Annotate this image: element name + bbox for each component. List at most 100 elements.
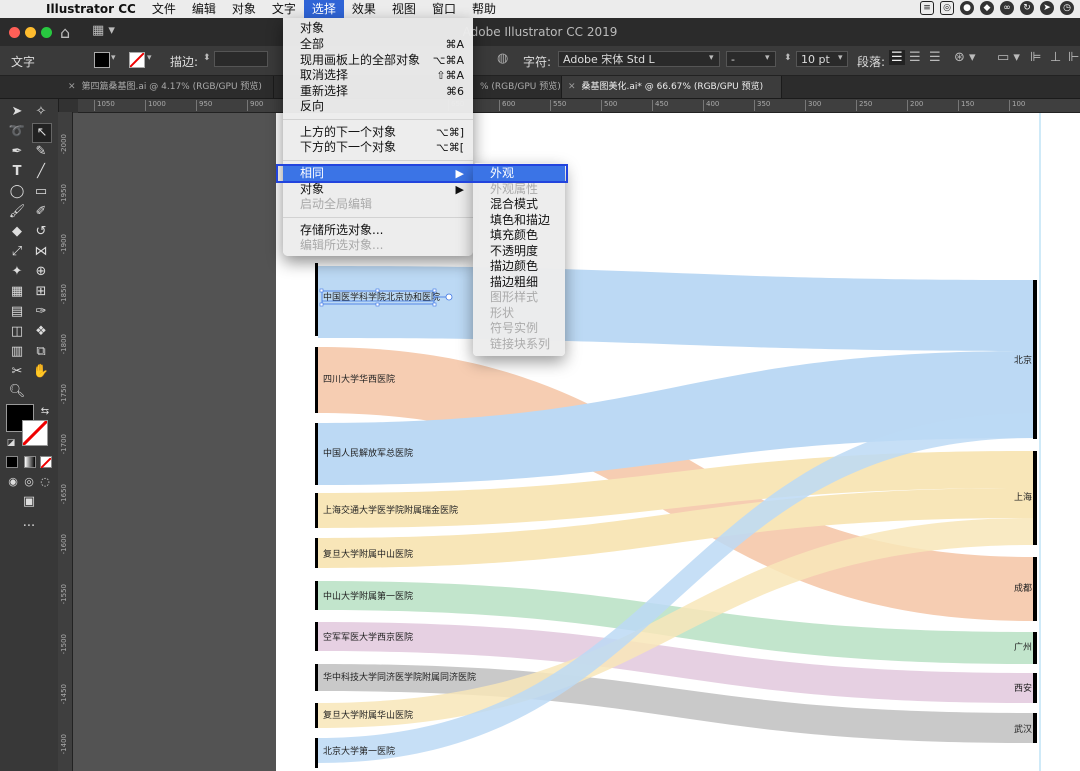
node-bar[interactable]: [315, 703, 318, 728]
eyedropper-tool-icon[interactable]: ✑: [32, 303, 50, 321]
type-tool-icon[interactable]: T: [8, 163, 26, 181]
transform-icon[interactable]: ▭ ▾: [997, 50, 1020, 65]
none-mode-icon[interactable]: [40, 456, 52, 469]
node-bar[interactable]: [1033, 632, 1037, 664]
submenu-item-fill-and-stroke[interactable]: 填色和描边: [473, 213, 565, 228]
eraser-tool-icon[interactable]: ◆: [8, 223, 26, 241]
timer-icon[interactable]: ◷: [1060, 1, 1074, 15]
source-label[interactable]: 华中科技大学同济医学院附属同济医院: [323, 671, 476, 683]
font-size-dropdown-icon[interactable]: ▾: [838, 53, 843, 63]
node-bar[interactable]: [315, 664, 318, 691]
submenu-item-stroke-color[interactable]: 描边颜色: [473, 259, 565, 274]
node-bar[interactable]: [315, 347, 318, 413]
menu-edit[interactable]: 编辑: [184, 0, 224, 18]
column-graph-tool-icon[interactable]: ▥: [8, 343, 26, 361]
stroke-swatch[interactable]: [129, 52, 145, 68]
shape-builder-tool-icon[interactable]: ⊕: [32, 263, 50, 281]
align-center-icon[interactable]: ☰: [909, 50, 921, 65]
stroke-stepper-icon[interactable]: ⬍: [203, 53, 211, 63]
menu-item-next-object-above[interactable]: 上方的下一个对象 ⌥⌘]: [283, 125, 473, 140]
menu-effect[interactable]: 效果: [344, 0, 384, 18]
menu-item-inverse[interactable]: 反向: [283, 99, 473, 114]
artboard-tool-icon[interactable]: ⧉: [32, 343, 50, 361]
node-bar[interactable]: [1033, 451, 1037, 545]
align-objects-right-icon[interactable]: ⊩: [1068, 50, 1079, 65]
swap-colors-icon[interactable]: ⇆: [36, 403, 54, 421]
width-tool-icon[interactable]: ⋈: [32, 243, 50, 261]
blend-tool-icon[interactable]: ◫: [8, 323, 26, 341]
tab-document-3[interactable]: ✕ 桑基图美化.ai* @ 66.67% (RGB/GPU 预览): [562, 76, 782, 98]
sync-icon[interactable]: ↻: [1020, 1, 1034, 15]
slice-tool-icon[interactable]: ✂: [8, 363, 26, 381]
font-size-stepper-icon[interactable]: ⬍: [784, 53, 792, 63]
shaper-tool-icon[interactable]: ✐: [32, 203, 50, 221]
source-label[interactable]: 北京大学第一医院: [323, 745, 395, 757]
rotate-tool-icon[interactable]: ↺: [32, 223, 50, 241]
node-bar[interactable]: [1033, 280, 1037, 439]
node-bar[interactable]: [1033, 713, 1037, 743]
menu-item-all-on-artboard[interactable]: 现用画板上的全部对象 ⌥⌘A: [283, 53, 473, 68]
menu-item-next-object-below[interactable]: 下方的下一个对象 ⌥⌘[: [283, 140, 473, 155]
align-objects-center-icon[interactable]: ⊥: [1050, 50, 1061, 65]
target-label[interactable]: 成都: [1014, 582, 1032, 594]
submenu-item-fill-color[interactable]: 填充颜色: [473, 228, 565, 243]
source-label[interactable]: 复旦大学附属中山医院: [323, 548, 413, 560]
menu-window[interactable]: 窗口: [424, 0, 464, 18]
fill-swatch[interactable]: [94, 52, 110, 68]
node-bar[interactable]: [315, 263, 318, 336]
align-objects-left-icon[interactable]: ⊫: [1030, 50, 1041, 65]
symbol-sprayer-tool-icon[interactable]: ❖: [32, 323, 50, 341]
stroke-color-box[interactable]: [21, 419, 49, 447]
curvature-tool-icon[interactable]: ✎: [32, 143, 50, 161]
font-style-dropdown-icon[interactable]: ▾: [765, 53, 770, 63]
gradient-tool-icon[interactable]: ▤: [8, 303, 26, 321]
zoom-tool-icon[interactable]: 🔍︎: [8, 383, 26, 401]
messages-icon[interactable]: ◎: [940, 1, 954, 15]
pen-tool-icon[interactable]: ✒: [8, 143, 26, 161]
flow-bjxh-beijing[interactable]: [318, 266, 1033, 351]
node-bar[interactable]: [315, 493, 318, 528]
menu-type[interactable]: 文字: [264, 0, 304, 18]
source-label[interactable]: 复旦大学附属华山医院: [323, 709, 413, 721]
edit-toolbar-icon[interactable]: ···: [20, 518, 38, 536]
hand-tool-icon[interactable]: ✋: [32, 363, 50, 381]
source-label[interactable]: 上海交通大学医学院附属瑞金医院: [323, 504, 458, 516]
rectangle-tool-icon[interactable]: ▭: [32, 183, 50, 201]
target-label[interactable]: 北京: [1014, 354, 1032, 366]
target-label[interactable]: 西安: [1014, 682, 1032, 694]
cc-icon[interactable]: ∞: [1000, 1, 1014, 15]
send-icon[interactable]: ➤: [1040, 1, 1054, 15]
node-bar[interactable]: [315, 581, 318, 610]
node-bar[interactable]: [315, 738, 318, 768]
lasso-tool-icon[interactable]: ➰: [8, 123, 26, 141]
align-right-icon[interactable]: ☰: [929, 50, 941, 65]
source-label[interactable]: 四川大学华西医院: [323, 373, 395, 385]
node-bar[interactable]: [1033, 673, 1037, 703]
stroke-dropdown-icon[interactable]: ▾: [147, 53, 152, 63]
menu-file[interactable]: 文件: [144, 0, 184, 18]
menu-item-objects[interactable]: 对象: [283, 21, 473, 36]
app-menu[interactable]: Illustrator CC: [40, 0, 144, 18]
node-bar[interactable]: [315, 538, 318, 568]
stroke-weight-field[interactable]: [214, 51, 268, 67]
screen-mode-icon[interactable]: ▣: [20, 493, 38, 511]
envelope-warp-icon[interactable]: ⊛ ▾: [954, 50, 976, 65]
notes-icon[interactable]: ≡: [920, 1, 934, 15]
close-tab-icon[interactable]: ✕: [568, 82, 576, 92]
gradient-mode-icon[interactable]: [24, 456, 36, 468]
perspective-grid-tool-icon[interactable]: ▦: [8, 283, 26, 301]
tab-document-2[interactable]: % (RGB/GPU 预览): [474, 76, 562, 98]
menu-object[interactable]: 对象: [224, 0, 264, 18]
menu-select[interactable]: 选择: [303, 0, 344, 18]
font-family-dropdown-icon[interactable]: ▾: [709, 53, 714, 63]
close-tab-icon[interactable]: ✕: [68, 82, 76, 92]
submenu-item-stroke-weight[interactable]: 描边粗细: [473, 275, 565, 290]
recolor-icon[interactable]: ◍: [497, 51, 508, 66]
menu-item-deselect[interactable]: 取消选择 ⇧⌘A: [283, 68, 473, 83]
magic-wand-tool-icon[interactable]: ✧: [32, 103, 50, 121]
submenu-item-opacity[interactable]: 不透明度: [473, 244, 565, 259]
target-label[interactable]: 广州: [1014, 641, 1032, 653]
selection-tool-icon[interactable]: ➤: [8, 103, 26, 121]
direct-selection-tool-icon[interactable]: ↖: [32, 123, 52, 143]
node-bar[interactable]: [315, 622, 318, 651]
